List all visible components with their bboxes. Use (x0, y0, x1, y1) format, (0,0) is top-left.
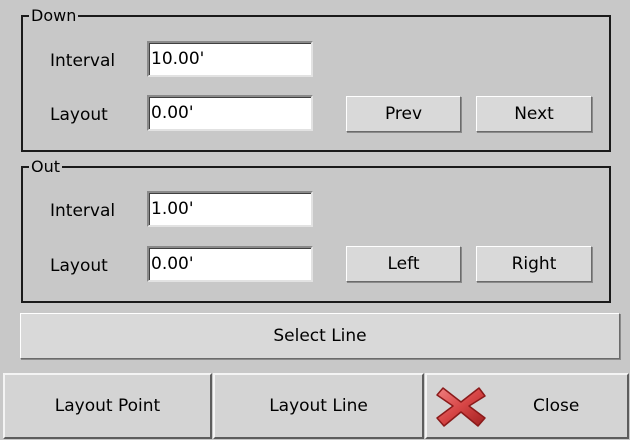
out-layout-input[interactable] (147, 246, 313, 282)
out-interval-input[interactable] (147, 191, 313, 227)
left-button[interactable]: Left (346, 246, 461, 282)
right-button[interactable]: Right (476, 246, 592, 282)
close-icon (433, 382, 489, 430)
layout-point-button[interactable]: Layout Point (3, 373, 212, 439)
select-line-button[interactable]: Select Line (20, 313, 620, 359)
out-layout-label: Layout (50, 256, 108, 276)
out-interval-label: Interval (50, 201, 116, 221)
down-interval-input[interactable] (147, 41, 313, 77)
prev-button[interactable]: Prev (346, 96, 461, 132)
down-layout-input[interactable] (147, 95, 313, 131)
out-group: Out (21, 157, 611, 303)
down-layout-label: Layout (50, 105, 108, 125)
next-button[interactable]: Next (476, 96, 592, 132)
close-button[interactable]: Close (425, 373, 629, 439)
layout-line-button[interactable]: Layout Line (213, 373, 424, 439)
down-interval-label: Interval (50, 51, 116, 71)
layout-point-label: Layout Point (54, 396, 161, 416)
close-label: Close (533, 396, 580, 416)
layout-line-label: Layout Line (269, 396, 368, 416)
out-group-title: Out (29, 157, 63, 177)
down-group-title: Down (29, 6, 79, 26)
